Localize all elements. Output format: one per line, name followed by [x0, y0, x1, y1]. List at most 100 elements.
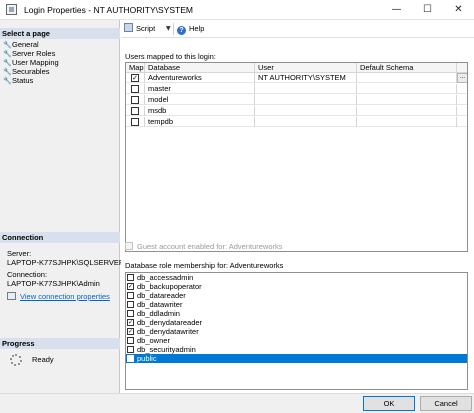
progress-status: Ready	[32, 355, 54, 364]
users-mapped-grid: Map Database User Default Schema ✓ Adven…	[125, 62, 468, 252]
users-mapped-label: Users mapped to this login:	[125, 52, 216, 61]
default-schema-cell[interactable]	[357, 95, 457, 105]
role-checkbox[interactable]: ✓	[127, 283, 134, 290]
list-item[interactable]: db_owner	[126, 336, 467, 345]
column-header-user[interactable]: User	[255, 63, 357, 73]
list-item[interactable]: db_datawriter	[126, 300, 467, 309]
window-title: Login Properties - NT AUTHORITY\SYSTEM	[24, 5, 193, 15]
user-cell[interactable]	[255, 106, 357, 116]
server-label: Server:	[7, 249, 32, 258]
column-header-map[interactable]: Map	[126, 63, 145, 73]
script-button[interactable]: Script	[124, 23, 155, 35]
map-checkbox[interactable]	[131, 85, 139, 93]
map-cell: ✓	[126, 73, 145, 83]
list-item[interactable]: db_accessadmin	[126, 273, 467, 282]
connection-header: Connection	[0, 232, 120, 243]
map-checkbox[interactable]	[131, 118, 139, 126]
user-cell[interactable]	[255, 84, 357, 94]
default-schema-cell[interactable]	[357, 73, 457, 83]
user-cell[interactable]: NT AUTHORITY\SYSTEM	[255, 73, 357, 83]
select-page-header: Select a page	[0, 28, 120, 39]
role-name: db_denydatareader	[137, 318, 203, 327]
app-icon	[6, 4, 17, 15]
column-header-database[interactable]: Database	[145, 63, 255, 73]
role-name: db_accessadmin	[137, 273, 194, 282]
role-name: db_denydatawriter	[137, 327, 199, 336]
database-cell: msdb	[145, 106, 255, 116]
list-item[interactable]: db_datareader	[126, 291, 467, 300]
script-label: Script	[136, 24, 156, 33]
view-connection-properties-link[interactable]: View connection properties	[7, 292, 110, 301]
ok-button[interactable]: OK	[363, 396, 415, 411]
page-item-status[interactable]: 🔧Status	[3, 76, 33, 85]
role-checkbox[interactable]	[127, 301, 134, 308]
role-checkbox[interactable]	[127, 310, 134, 317]
role-checkbox[interactable]	[127, 346, 134, 353]
role-membership-label: Database role membership for: Adventurew…	[125, 261, 284, 270]
right-pane: Script ▼ ? Help Users mapped to this logi…	[121, 20, 474, 393]
table-row[interactable]: model	[126, 95, 467, 105]
database-cell: master	[145, 84, 255, 94]
page-item-securables[interactable]: 🔧Securables	[3, 67, 50, 76]
list-item-selected[interactable]: ✓ public	[126, 354, 467, 363]
role-name: db_securityadmin	[137, 345, 196, 354]
close-button[interactable]: ✕	[443, 0, 474, 20]
script-dropdown-icon[interactable]: ▼	[166, 23, 171, 35]
table-row[interactable]: msdb	[126, 106, 467, 116]
table-row[interactable]: ✓ Adventureworks NT AUTHORITY\SYSTEM ...	[126, 73, 467, 83]
page-item-server-roles[interactable]: 🔧Server Roles	[3, 49, 55, 58]
connection-label: Connection:	[7, 270, 48, 279]
role-checkbox[interactable]: ✓	[127, 319, 134, 326]
list-item[interactable]: ✓ db_backupoperator	[126, 282, 467, 291]
user-cell[interactable]	[255, 95, 357, 105]
role-name: db_backupoperator	[137, 282, 202, 291]
cancel-button[interactable]: Cancel	[420, 396, 472, 411]
user-cell[interactable]	[255, 117, 357, 127]
list-item[interactable]: ✓ db_denydatareader	[126, 318, 467, 327]
role-checkbox[interactable]	[127, 337, 134, 344]
role-checkbox[interactable]	[127, 292, 134, 299]
page-item-general[interactable]: 🔧General	[3, 40, 39, 49]
map-checkbox[interactable]: ✓	[131, 74, 139, 82]
map-checkbox[interactable]	[131, 96, 139, 104]
guest-account-label: Guest account enabled for: Adventurework…	[137, 242, 283, 251]
map-cell	[126, 95, 145, 105]
server-value: LAPTOP-K77SJHPK\SQLSERVER	[7, 258, 125, 267]
role-checkbox[interactable]: ✓	[127, 328, 134, 335]
wrench-icon: 🔧	[3, 77, 12, 85]
progress-spinner-icon	[10, 354, 22, 366]
map-cell	[126, 117, 145, 127]
page-item-label: User Mapping	[12, 58, 59, 67]
page-item-label: General	[12, 40, 39, 49]
role-checkbox[interactable]	[127, 274, 134, 281]
default-schema-cell[interactable]	[357, 106, 457, 116]
list-item[interactable]: db_securityadmin	[126, 345, 467, 354]
default-schema-cell[interactable]	[357, 84, 457, 94]
page-item-label: Securables	[12, 67, 50, 76]
toolbar-separator	[173, 23, 174, 35]
column-header-default-schema[interactable]: Default Schema	[357, 63, 457, 73]
database-cell: model	[145, 95, 255, 105]
browse-schema-button[interactable]: ...	[457, 73, 467, 83]
table-row[interactable]: tempdb	[126, 117, 467, 127]
minimize-button[interactable]: —	[381, 0, 412, 20]
default-schema-cell[interactable]	[357, 117, 457, 127]
role-name: db_datareader	[137, 291, 186, 300]
role-checkbox[interactable]: ✓	[127, 355, 134, 362]
list-item[interactable]: db_ddladmin	[126, 309, 467, 318]
help-button[interactable]: ? Help	[177, 23, 204, 35]
page-item-label: Status	[12, 76, 34, 85]
list-item[interactable]: ✓ db_denydatawriter	[126, 327, 467, 336]
properties-icon	[7, 292, 16, 300]
guest-checkbox-box	[125, 242, 133, 250]
role-name: public	[137, 354, 157, 363]
table-row[interactable]: master	[126, 84, 467, 94]
guest-account-checkbox[interactable]: Guest account enabled for: Adventurework…	[125, 242, 283, 251]
map-checkbox[interactable]	[131, 107, 139, 115]
map-cell	[126, 84, 145, 94]
map-cell	[126, 106, 145, 116]
database-cell: tempdb	[145, 117, 255, 127]
view-connection-properties-label: View connection properties	[20, 292, 110, 301]
page-item-user-mapping[interactable]: 🔧User Mapping	[3, 58, 59, 67]
maximize-button[interactable]: ☐	[412, 0, 443, 20]
